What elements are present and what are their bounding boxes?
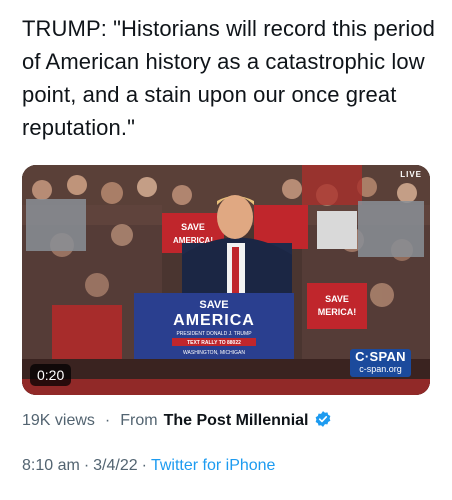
svg-text:SAVE: SAVE: [325, 294, 349, 304]
tweet-text: TRUMP: "Historians will record this peri…: [22, 16, 436, 140]
live-badge: LIVE: [400, 170, 422, 179]
podium-sign-line4: TEXT RALLY TO 88022: [187, 340, 241, 346]
podium-sign-line1: SAVE: [199, 299, 228, 311]
view-count: 19K views: [22, 412, 95, 429]
podium-sign-line2: AMERICA: [173, 312, 255, 329]
separator-dot: ·: [104, 412, 111, 429]
verified-badge-icon: [316, 411, 331, 427]
client-link[interactable]: Twitter for iPhone: [151, 457, 276, 474]
view-stats-row: 19K views · From The Post Millennial: [22, 410, 442, 432]
from-label: From: [120, 412, 158, 429]
tweet-time[interactable]: 8:10 am: [22, 457, 80, 474]
separator-dot: ·: [141, 457, 147, 474]
cspan-logo-url: c-span.org: [359, 364, 402, 374]
cspan-logo-text: C·SPAN: [355, 349, 406, 364]
podium-sign-line5: WASHINGTON, MICHIGAN: [183, 350, 245, 356]
video-duration: 0:20: [30, 364, 72, 386]
tweet-date[interactable]: 3/4/22: [93, 457, 137, 474]
crowd-sign-text-1: SAVE: [181, 222, 205, 232]
source-account-link[interactable]: The Post Millennial: [164, 412, 309, 429]
svg-text:MERICA!: MERICA!: [318, 307, 357, 317]
timestamp-row: 8:10 am · 3/4/22 · Twitter for iPhone: [22, 455, 442, 477]
cspan-logo: C·SPAN c-span.org: [350, 349, 411, 377]
separator-dot: ·: [83, 457, 90, 474]
podium-sign-line3: PRESIDENT DONALD J. TRUMP: [176, 331, 252, 337]
